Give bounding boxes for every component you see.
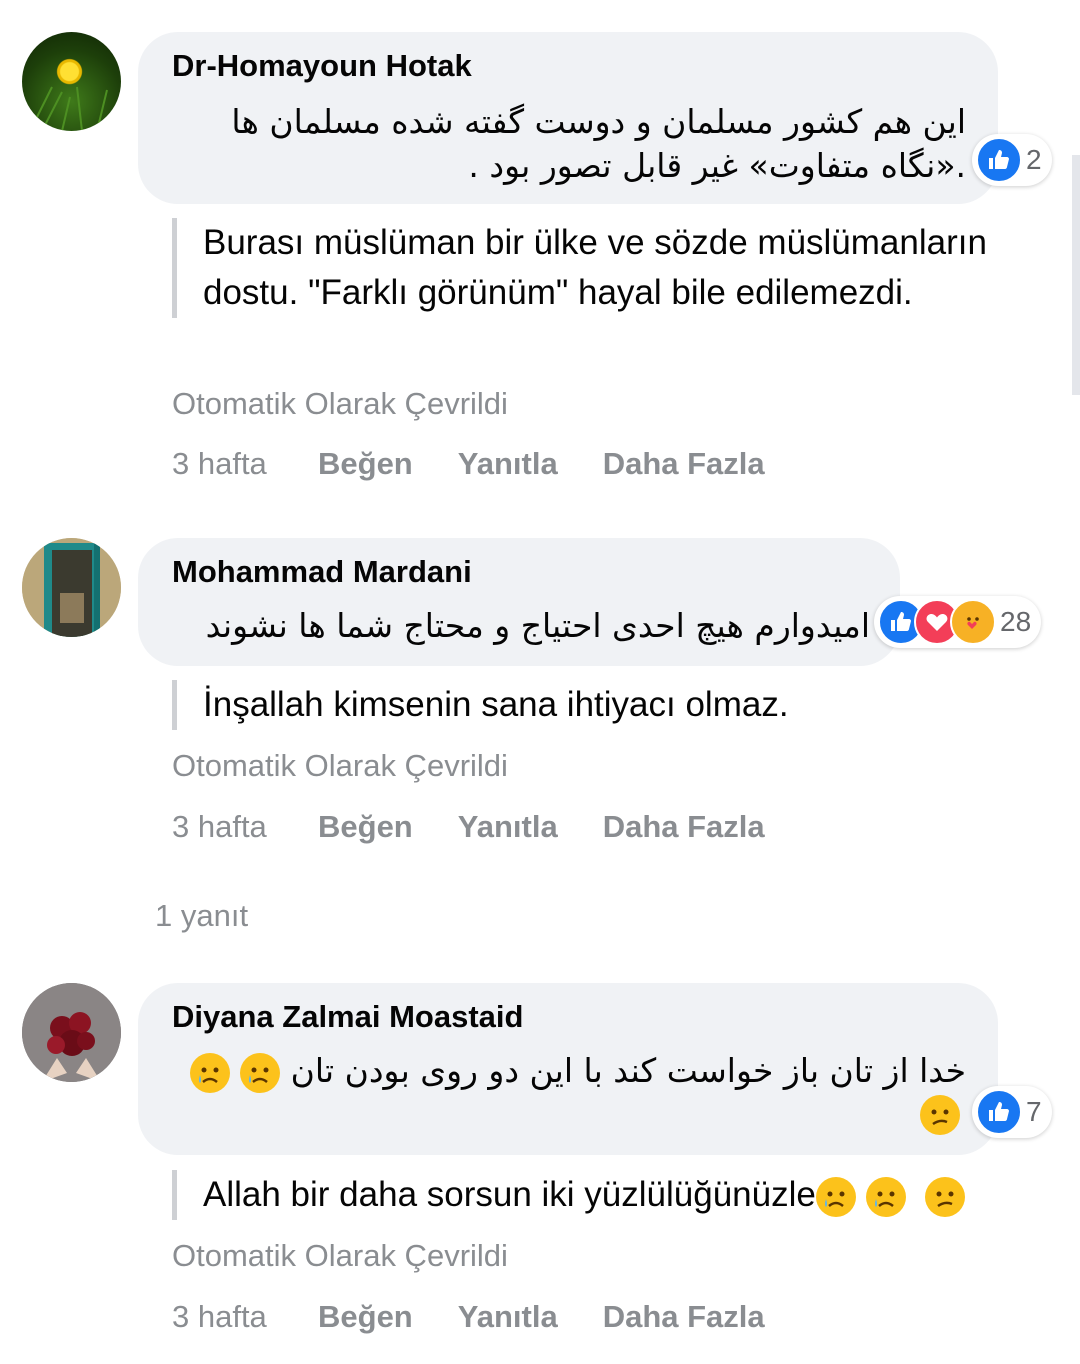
comment-time[interactable]: 3 hafta [172,1299,318,1335]
comment-bubble: Dr-Homayoun Hotak این هم کشور مسلمان و د… [138,32,998,204]
comment-bubble: Diyana Zalmai Moastaid خدا از تان باز خو… [138,983,998,1155]
roses-photo [22,983,121,1082]
comment-actions: 3 hafta Beğen Yanıtla Daha Fazla [172,446,810,482]
reaction-summary[interactable]: 7 [972,1086,1052,1138]
reaction-summary[interactable]: 28 [874,596,1042,648]
sad-face-icon [815,1176,856,1217]
comment-text-line-1: خدا از تان باز خواست کند با این دو روی ب… [166,1049,966,1093]
view-replies-link[interactable]: 1 yanıt [155,898,248,934]
scrollbar[interactable] [1072,155,1080,395]
comment-actions: 3 hafta Beğen Yanıtla Daha Fazla [172,1299,810,1335]
translated-text: Allah bir daha sorsun iki yüzlülüğünüzle [172,1170,1063,1220]
sad-face-icon [865,1176,906,1217]
confused-face-icon [920,1095,960,1135]
reaction-summary[interactable]: 2 [972,134,1052,186]
avatar[interactable] [22,983,121,1082]
flower-photo [31,86,108,131]
sad-face-icon [189,1052,230,1093]
auto-translated-label[interactable]: Otomatik Olarak Çevrildi [172,386,508,422]
more-button[interactable]: Daha Fazla [603,1299,765,1335]
like-button[interactable]: Beğen [318,446,413,482]
reply-button[interactable]: Yanıtla [458,1299,558,1335]
comment-actions: 3 hafta Beğen Yanıtla Daha Fazla [172,809,810,845]
translated-text-content: Allah bir daha sorsun iki yüzlülüğünüzle [203,1175,816,1214]
auto-translated-label[interactable]: Otomatik Olarak Çevrildi [172,1238,508,1274]
translated-text: Burası müslüman bir ülke ve sözde müslüm… [172,218,1043,318]
comment-author[interactable]: Dr-Homayoun Hotak [172,48,472,84]
avatar[interactable] [22,538,121,637]
translated-text: İnşallah kimsenin sana ihtiyacı olmaz. [172,680,1043,730]
like-button[interactable]: Beğen [318,809,413,845]
comment-author[interactable]: Diyana Zalmai Moastaid [172,999,523,1035]
reply-button[interactable]: Yanıtla [458,809,558,845]
comment-text-line-1: امیدوارم هیچ احدی احتیاج و محتاج شما ها … [205,606,870,645]
more-button[interactable]: Daha Fazla [603,809,765,845]
like-icon [976,137,1022,183]
comment-text-line-2: .«نگاه متفاوت» غیر قابل تصور بود . [468,146,966,185]
more-button[interactable]: Daha Fazla [603,446,765,482]
reaction-count: 7 [1026,1096,1042,1127]
doorway-photo [22,538,121,637]
comment-text-line-1: این هم کشور مسلمان و دوست گفته شده مسلما… [231,102,966,141]
avatar[interactable] [22,32,121,131]
reply-button[interactable]: Yanıtla [458,446,558,482]
comment-text-line-2 [920,1095,960,1135]
comment-text: خدا از تان باز خواست کند با این دو روی ب… [290,1051,966,1090]
reaction-count: 2 [1026,144,1042,175]
reaction-count: 28 [1000,606,1032,637]
like-button[interactable]: Beğen [318,1299,413,1335]
comment-time[interactable]: 3 hafta [172,446,318,482]
comment-bubble: Mohammad Mardani امیدوارم هیچ احدی احتیا… [138,538,900,666]
like-icon [976,1089,1022,1135]
comment-time[interactable]: 3 hafta [172,809,318,845]
auto-translated-label[interactable]: Otomatik Olarak Çevrildi [172,748,508,784]
care-icon [950,599,996,645]
sad-face-icon [240,1052,281,1093]
comment-author[interactable]: Mohammad Mardani [172,554,472,590]
confused-face-icon [925,1176,966,1217]
